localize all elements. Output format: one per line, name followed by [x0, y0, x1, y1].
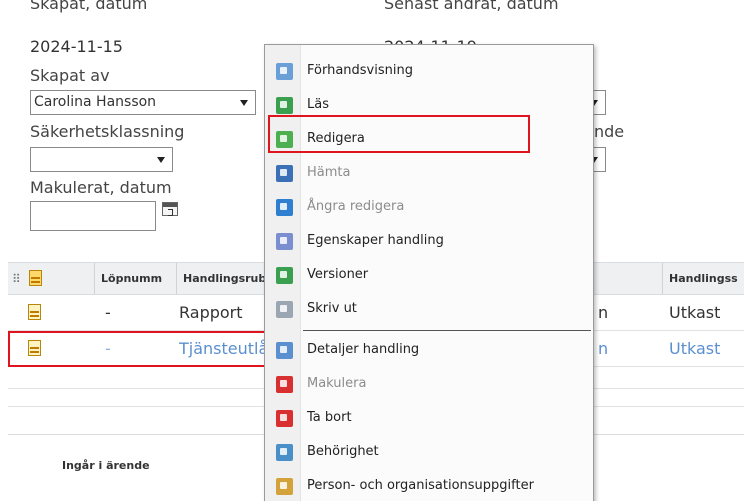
menu-item-cancel-document[interactable]: Makulera [265, 368, 595, 402]
created-date-label: Skapat, datum [30, 0, 148, 13]
print-icon [276, 301, 293, 318]
row-status: Utkast [669, 303, 721, 322]
menu-item-undo-edit[interactable]: Ångra redigera [265, 191, 595, 225]
row-extra: n [598, 339, 609, 358]
row-number: - [105, 303, 111, 322]
versions-icon [276, 267, 293, 284]
created-by-select[interactable]: Carolina Hansson [30, 90, 256, 115]
menu-item-label: Egenskaper handling [307, 233, 444, 248]
permissions-icon [276, 444, 293, 461]
undo-edit-icon [276, 199, 293, 216]
row-heading[interactable]: Rapport [179, 303, 265, 322]
properties-icon [276, 233, 293, 250]
menu-item-label: Förhandsvisning [307, 63, 413, 78]
cancelled-date-input[interactable] [30, 201, 156, 231]
menu-item-fetch[interactable]: Hämta [265, 157, 595, 191]
row-extra: n [598, 303, 609, 322]
row-highlight [8, 331, 270, 367]
menu-item-print[interactable]: Skriv ut [265, 293, 595, 327]
column-heading[interactable]: Handlingsrub [176, 263, 272, 294]
menu-item-label: Läs [307, 97, 329, 112]
delete-icon [276, 410, 293, 427]
menu-item-label: Detaljer handling [307, 342, 420, 357]
menu-item-label: Behörighet [307, 444, 379, 459]
read-icon [276, 97, 293, 114]
modified-date-label: Senast ändrat, datum [384, 0, 559, 13]
menu-item-details[interactable]: Detaljer handling [265, 334, 595, 368]
chevron-down-icon [157, 157, 165, 163]
document-icon [27, 304, 43, 322]
menu-item-label: Person- och organisationsuppgifter [307, 478, 534, 493]
right-field-label: nde [594, 122, 625, 141]
case-section-label: Ingår i ärende [62, 459, 150, 472]
menu-item-label: Skriv ut [307, 301, 357, 316]
cancel-document-icon [276, 376, 293, 393]
menu-item-versions[interactable]: Versioner [265, 259, 595, 293]
grip-icon[interactable]: ⠿ [12, 273, 21, 285]
column-number[interactable]: Löpnumm [94, 263, 176, 294]
security-class-label: Säkerhetsklassning [30, 122, 185, 141]
menu-item-properties[interactable]: Egenskaper handling [265, 225, 595, 259]
context-menu: Förhandsvisning Läs Redigera Hämta Ångra… [264, 44, 594, 501]
menu-item-delete[interactable]: Ta bort [265, 402, 595, 436]
fetch-icon [276, 165, 293, 182]
menu-item-label: Makulera [307, 376, 367, 391]
menu-item-preview[interactable]: Förhandsvisning [265, 55, 595, 89]
menu-item-permissions[interactable]: Behörighet [265, 436, 595, 470]
document-icon [28, 270, 44, 288]
details-icon [276, 342, 293, 359]
person-org-icon [276, 478, 293, 495]
created-date-value: 2024-11-15 [30, 37, 123, 56]
calendar-icon[interactable] [162, 202, 178, 216]
menu-item-label: Ångra redigera [307, 199, 405, 214]
created-by-value: Carolina Hansson [34, 94, 157, 110]
menu-item-label: Ta bort [307, 410, 352, 425]
menu-item-person-org[interactable]: Person- och organisationsuppgifter [265, 470, 595, 501]
preview-icon [276, 63, 293, 80]
row-status: Utkast [669, 339, 721, 358]
cancelled-date-label: Makulerat, datum [30, 178, 172, 197]
menu-item-label: Hämta [307, 165, 351, 180]
menu-separator [303, 330, 591, 331]
edit-highlight [268, 115, 530, 153]
menu-item-label: Versioner [307, 267, 369, 282]
security-class-select[interactable] [30, 147, 173, 172]
column-status[interactable]: Handlingss [662, 263, 744, 294]
chevron-down-icon [240, 100, 248, 106]
created-by-label: Skapat av [30, 66, 110, 85]
